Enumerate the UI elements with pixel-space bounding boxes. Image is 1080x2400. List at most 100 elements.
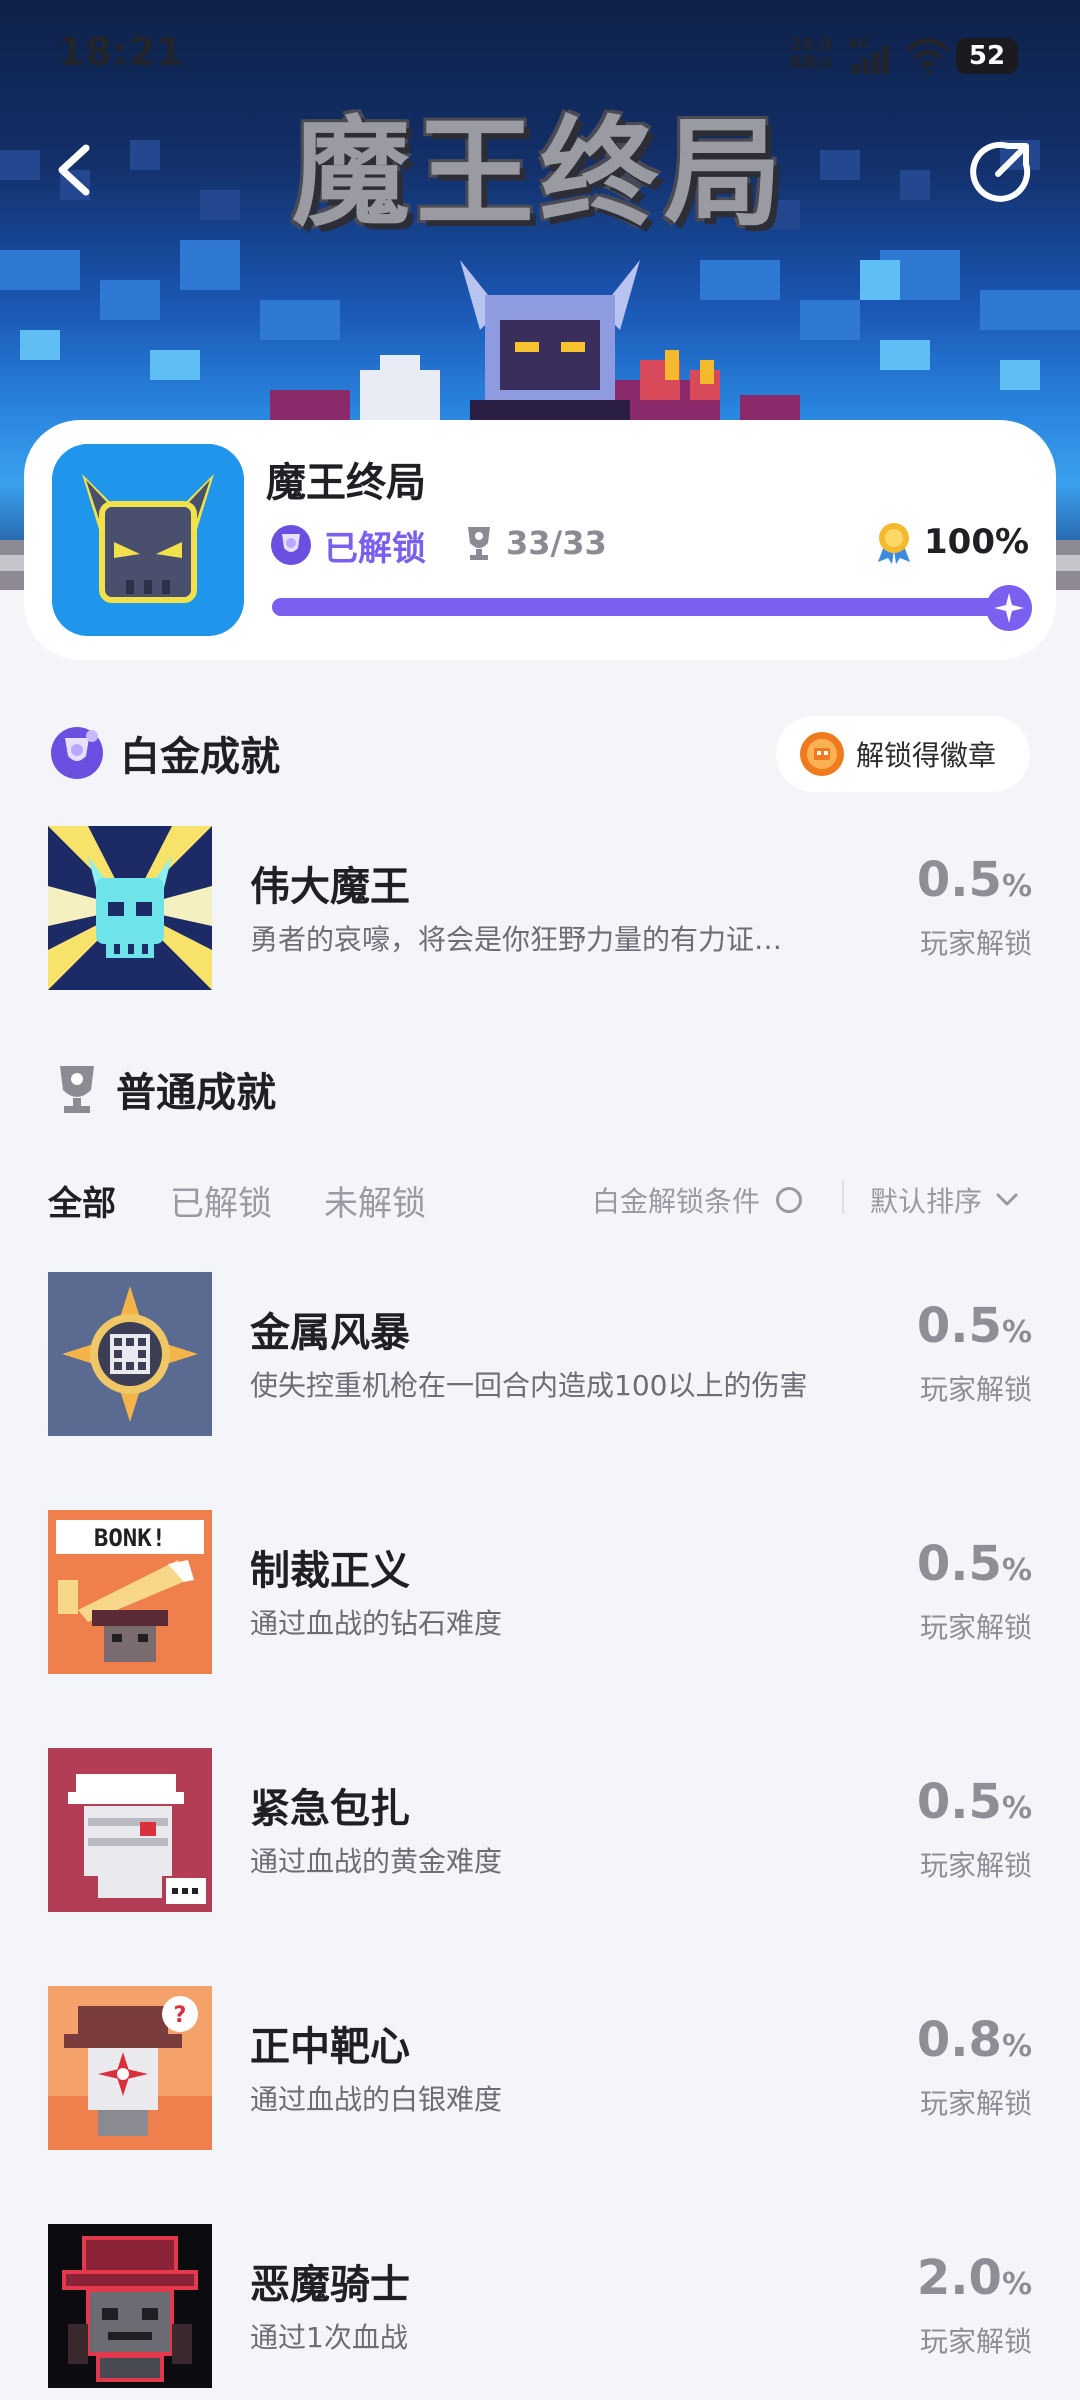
achievement-unlock-rate: 0.5% — [917, 1774, 1032, 1830]
achievement-name: 伟大魔王 — [250, 864, 410, 910]
rate-unit: % — [1001, 1553, 1032, 1588]
platinum-section-header: 白金成就 — [48, 724, 280, 782]
rate-label: 玩家解锁 — [919, 2325, 1032, 2358]
rate-value: 0.5 — [916, 852, 1002, 908]
sort-dropdown[interactable]: 默认排序 — [870, 1180, 1022, 1220]
normal-section-header: 普通成就 — [52, 1060, 276, 1118]
trophy-count-label: 33/33 — [506, 524, 607, 562]
network-speed-unit: KB/s — [789, 53, 833, 73]
platinum-trophy-icon — [271, 525, 311, 565]
tab-all[interactable]: 全部 — [48, 1176, 116, 1225]
achievement-row[interactable]: BONK! 制裁正义 通过血战的钻石难度 0.5% 玩家解锁 — [48, 1510, 1032, 1676]
achievement-thumbnail: BONK! — [48, 1510, 212, 1674]
svg-text:?: ? — [174, 2003, 187, 2028]
achievement-name: 恶魔骑士 — [250, 2262, 410, 2308]
rate-value: 0.5 — [916, 1536, 1002, 1592]
unlock-badge-label: 解锁得徽章 — [856, 739, 997, 772]
rate-value: 0.5 — [916, 1774, 1002, 1830]
game-app-icon[interactable] — [52, 444, 244, 636]
signal-icon: 4G — [848, 36, 898, 80]
back-arrow-icon — [58, 144, 90, 196]
tab-locked[interactable]: 未解锁 — [324, 1176, 426, 1225]
achievement-thumbnail — [48, 1748, 212, 1912]
rate-label: 玩家解锁 — [919, 2087, 1032, 2120]
completion-percent: 100% — [874, 520, 1029, 564]
achievement-row[interactable]: 紧急包扎 通过血战的黄金难度 0.5% 玩家解锁 — [48, 1748, 1032, 1914]
rate-unit: % — [1001, 1791, 1032, 1826]
tab-unlocked[interactable]: 已解锁 — [170, 1176, 272, 1225]
filter-divider — [842, 1180, 844, 1214]
achievement-row[interactable]: ? 正中靶心 通过血战的白银难度 0.8% 玩家解锁 — [48, 1986, 1032, 2152]
platinum-achievement-row[interactable]: 伟大魔王 勇者的哀嚎，将会是你狂野力量的有力证… 0.5% 玩家解锁 — [48, 826, 1032, 992]
achievement-name: 紧急包扎 — [250, 1786, 410, 1832]
platinum-section-title: 白金成就 — [120, 734, 280, 780]
achievement-name: 制裁正义 — [250, 1548, 410, 1594]
achievement-thumbnail — [48, 1272, 212, 1436]
thumb-bonk-text: BONK! — [94, 1524, 166, 1552]
rate-label: 玩家解锁 — [919, 927, 1032, 960]
rate-label: 玩家解锁 — [919, 1373, 1032, 1406]
share-icon — [970, 141, 1031, 202]
rate-label: 玩家解锁 — [919, 1849, 1032, 1882]
achievement-unlock-rate: 0.5% — [917, 852, 1032, 908]
trophy-icon — [60, 1066, 94, 1113]
rate-value: 2.0 — [916, 2250, 1002, 2306]
signal-label: 4G — [848, 36, 869, 52]
banner-demon-king-sprite — [440, 250, 660, 430]
game-logo-title: 魔王终局 — [291, 104, 788, 242]
game-summary-card: 魔王终局 已解锁 33/33 100% — [24, 420, 1056, 660]
unlock-status-label: 已解锁 — [324, 528, 426, 569]
achievement-description: 通过血战的白银难度 — [250, 2083, 503, 2116]
medal-icon — [878, 523, 910, 564]
badge-icon — [800, 732, 844, 776]
achievement-unlock-rate: 0.5% — [917, 1536, 1032, 1592]
achievement-unlock-rate: 2.0% — [917, 2250, 1032, 2306]
trophy-icon — [468, 527, 490, 560]
sparkle-icon — [994, 593, 1024, 623]
rate-unit: % — [1001, 869, 1032, 904]
platinum-condition-label: 白金解锁条件 — [592, 1185, 761, 1218]
achievement-description: 通过血战的钻石难度 — [250, 1607, 503, 1640]
radio-circle-icon — [776, 1187, 803, 1213]
completion-progress-bar — [272, 598, 1012, 616]
game-title: 魔王终局 — [266, 460, 426, 506]
rate-unit: % — [1001, 2267, 1032, 2302]
unlock-status: 已解锁 — [268, 520, 426, 570]
achievement-description: 使失控重机枪在一回合内造成100以上的伤害 — [250, 1369, 808, 1402]
achievement-description: 勇者的哀嚎，将会是你狂野力量的有力证… — [250, 923, 783, 956]
platinum-trophy-icon — [51, 727, 103, 779]
chevron-down-icon — [996, 1193, 1018, 1206]
status-time: 18:21 — [58, 30, 184, 74]
progress-fill — [272, 598, 1012, 616]
rate-unit: % — [1001, 1315, 1032, 1350]
network-speed: 28.9 KB/s — [786, 36, 836, 72]
wifi-icon — [906, 36, 950, 80]
rate-unit: % — [1001, 2029, 1032, 2064]
network-speed-value: 28.9 — [790, 35, 832, 55]
trophy-count: 33/33 — [464, 524, 607, 562]
status-bar: 18:21 28.9 KB/s 4G 52 — [0, 0, 1080, 110]
rate-value: 0.5 — [916, 1298, 1002, 1354]
progress-knob — [986, 585, 1032, 631]
achievement-row[interactable]: 恶魔骑士 通过1次血战 2.0% 玩家解锁 — [48, 2224, 1032, 2390]
achievement-thumbnail — [48, 826, 212, 990]
sort-label: 默认排序 — [870, 1185, 983, 1218]
achievement-description: 通过1次血战 — [250, 2321, 408, 2354]
achievement-name: 金属风暴 — [250, 1310, 410, 1356]
achievement-thumbnail: ? — [48, 1986, 212, 2150]
achievement-unlock-rate: 0.5% — [917, 1298, 1032, 1354]
completion-percent-label: 100% — [924, 522, 1030, 562]
achievement-name: 正中靶心 — [250, 2024, 410, 2070]
normal-section-title: 普通成就 — [116, 1070, 276, 1116]
achievement-thumbnail — [48, 2224, 212, 2388]
rate-value: 0.8 — [916, 2012, 1002, 2068]
achievement-unlock-rate: 0.8% — [917, 2012, 1032, 2068]
back-button[interactable] — [50, 140, 100, 200]
share-button[interactable] — [968, 138, 1034, 204]
achievement-row[interactable]: 金属风暴 使失控重机枪在一回合内造成100以上的伤害 0.5% 玩家解锁 — [48, 1272, 1032, 1438]
platinum-condition-toggle[interactable]: 白金解锁条件 — [592, 1180, 803, 1220]
achievement-description: 通过血战的黄金难度 — [250, 1845, 503, 1878]
rate-label: 玩家解锁 — [919, 1611, 1032, 1644]
battery-indicator: 52 — [956, 38, 1018, 74]
unlock-badge-button[interactable]: 解锁得徽章 — [776, 716, 1030, 792]
